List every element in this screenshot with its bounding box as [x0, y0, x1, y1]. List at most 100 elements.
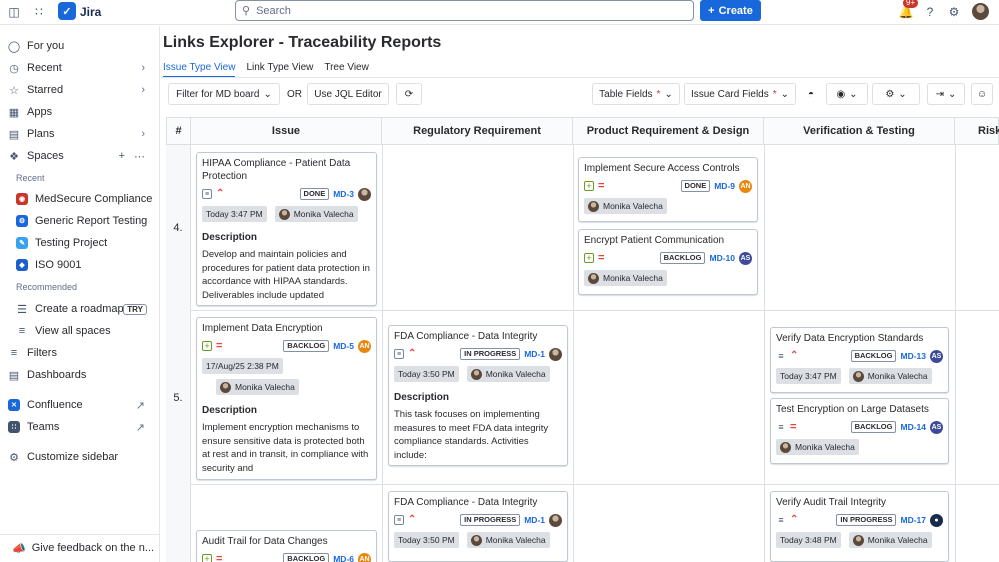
issue-card-md-13[interactable]: Verify Data Encryption Standards ≡ ⌃ BACKL… [770, 327, 949, 393]
sidebar-item-confluence[interactable]: ✕ Confluence ↗ [0, 395, 159, 415]
help-icon[interactable]: ? [921, 3, 939, 21]
chevron-right-icon: › [141, 84, 145, 96]
assignee-avatar: AN [358, 339, 371, 353]
sidebar-project-medsecure[interactable]: ◉ MedSecure Compliance [0, 189, 159, 209]
refresh-button[interactable]: ⟳ [396, 83, 422, 105]
assignee-chip: Monika Valecha [274, 206, 358, 222]
chevron-right-icon: › [141, 128, 145, 140]
assignee-chip: Monika Valecha [466, 532, 550, 548]
issue-card-md-1-row6[interactable]: FDA Compliance - Data Integrity ≡ ⌃ IN PRO… [388, 491, 568, 562]
assignee-avatar: AS [739, 251, 752, 265]
sidebar-item-apps[interactable]: ▦ Apps [0, 102, 159, 122]
sidebar-project-generic-report[interactable]: ⚙ Generic Report Testing [0, 211, 159, 231]
tab-link-type-view[interactable]: Link Type View [246, 62, 313, 78]
sidebar-toggle-icon[interactable]: ◫ [5, 3, 23, 21]
issue-card-md-3[interactable]: HIPAA Compliance - Patient Data Protecti… [196, 152, 377, 306]
issue-key-link[interactable]: MD-6 [333, 554, 354, 562]
tab-issue-type-view[interactable]: Issue Type View [163, 62, 236, 78]
sidebar-project-testing[interactable]: ✎ Testing Project [0, 233, 159, 253]
date-chip: Today 3:50 PM [394, 532, 459, 548]
assignee-name: Monika Valecha [293, 209, 354, 219]
confluence-icon: ✕ [8, 399, 20, 411]
paint-bucket-icon: ◓ [807, 88, 815, 100]
status-badge: IN PROGRESS [460, 514, 521, 526]
issue-key-link[interactable]: MD-1 [524, 515, 545, 525]
sidebar-label: Starred [27, 84, 64, 96]
filter-board-select[interactable]: Filter for MD board ⌄ [168, 83, 280, 105]
export-icon: ⇥ [935, 88, 944, 100]
feedback-label: Give feedback on the n... [31, 542, 155, 554]
filter-icon: ≡ [10, 347, 18, 359]
sidebar-item-teams[interactable]: ∷ Teams ↗ [0, 417, 159, 437]
issue-key-link[interactable]: MD-5 [333, 341, 354, 351]
issue-card-md-14[interactable]: Test Encryption on Large Datasets ≡ = BACK… [770, 398, 949, 464]
sidebar-item-view-all-spaces[interactable]: ≡ View all spaces [0, 321, 159, 341]
chevron-down-icon: ⌄ [780, 88, 790, 100]
feedback-button[interactable]: ☺ [971, 83, 993, 105]
checklist-icon: ≡ [778, 351, 784, 361]
project-label: Generic Report Testing [35, 215, 148, 227]
issue-key-link[interactable]: MD-3 [333, 189, 354, 199]
sidebar-item-plans[interactable]: ▤ Plans › [0, 124, 159, 144]
avatar [588, 272, 599, 284]
issue-card-md-9[interactable]: Implement Secure Access Controls + = DONE M… [578, 157, 758, 222]
avatar [278, 208, 290, 220]
sidebar-item-recent[interactable]: ◷ Recent › [0, 58, 159, 78]
issue-key-link[interactable]: MD-17 [900, 515, 926, 525]
date-chip: Today 3:47 PM [776, 368, 841, 384]
priority-medium-icon: = [216, 340, 223, 352]
tab-tree-view[interactable]: Tree View [324, 62, 368, 78]
status-badge: BACKLOG [850, 350, 897, 362]
sidebar-item-customize[interactable]: ⚙ Customize sidebar [0, 447, 159, 467]
sidebar-item-starred[interactable]: ☆ Starred › [0, 80, 159, 100]
issue-key-link[interactable]: MD-10 [709, 253, 735, 263]
app-switcher-icon[interactable]: ∷ [30, 3, 48, 21]
issue-card-md-6[interactable]: Audit Trail for Data Changes + = BACKLOG MD… [196, 530, 377, 562]
export-button[interactable]: ⇥ ⌄ [927, 83, 965, 105]
checklist-icon: ≡ [778, 422, 784, 432]
checklist-icon: ≡ [778, 515, 784, 525]
story-icon: ≡ [394, 349, 404, 359]
table-fields-select[interactable]: Table Fields * ⌄ [592, 83, 680, 105]
issue-key-link[interactable]: MD-1 [524, 349, 545, 359]
sidebar-item-create-roadmap[interactable]: ☰ Create a roadmap TRY [0, 299, 159, 319]
issue-key-link[interactable]: MD-9 [714, 181, 735, 191]
jql-editor-button[interactable]: Use JQL Editor [307, 83, 389, 105]
issue-card-md-10[interactable]: Encrypt Patient Communication + = BACKLOG M… [578, 229, 758, 295]
create-button[interactable]: + Create [700, 0, 761, 21]
issue-card-md-5[interactable]: Implement Data Encryption + = BACKLOG MD-5 A… [196, 317, 377, 480]
add-space-icon[interactable]: + [119, 150, 125, 162]
more-icon[interactable]: ⋯ [134, 150, 145, 163]
sidebar-label: Spaces [27, 150, 64, 162]
issue-key-link[interactable]: MD-13 [900, 351, 926, 361]
sidebar-item-spaces[interactable]: ❖ Spaces + ⋯ [0, 146, 159, 166]
sidebar-item-dashboards[interactable]: ▤ Dashboards [0, 365, 159, 385]
project-label: Testing Project [35, 237, 108, 249]
issue-card-fields-select[interactable]: Issue Card Fields * ⌄ [684, 83, 796, 105]
view-options-button[interactable]: ◉ ⌄ [826, 83, 868, 105]
sidebar-item-filters[interactable]: ≡ Filters [0, 343, 159, 363]
search-input[interactable]: ⚲ Search [235, 0, 694, 21]
assignee-avatar: AS [930, 349, 943, 363]
sidebar-project-iso[interactable]: ◆ ISO 9001 [0, 255, 159, 275]
sidebar-item-for-you[interactable]: ◯ For you [0, 36, 159, 56]
issue-card-md-17[interactable]: Verify Audit Trail Integrity ≡ ⌃ IN PROGRE… [770, 491, 949, 562]
give-feedback-button[interactable]: 📣 Give feedback on the n... [0, 534, 159, 561]
issue-card-md-1[interactable]: FDA Compliance - Data Integrity ≡ ⌃ IN PRO… [388, 325, 568, 466]
sidebar-label: For you [27, 40, 65, 52]
sidebar-label: Filters [27, 347, 57, 359]
assignee-name: Monika Valecha [867, 371, 928, 381]
jira-logo[interactable]: ✓ [58, 2, 76, 20]
refresh-icon: ⟳ [404, 88, 414, 100]
issue-key-link[interactable]: MD-14 [900, 422, 926, 432]
assignee-name: Monika Valecha [795, 442, 855, 452]
page-title: Links Explorer - Traceability Reports [163, 34, 442, 51]
profile-avatar[interactable] [972, 3, 989, 20]
task-icon: + [584, 181, 594, 191]
row-number: 5. [166, 311, 191, 485]
settings-gear-icon[interactable]: ⚙ [945, 3, 963, 21]
view-tabs: Issue Type View Link Type View Tree View [163, 62, 369, 78]
settings-button[interactable]: ⚙ ⌄ [872, 83, 920, 105]
fill-color-button[interactable]: ◓ [800, 83, 822, 105]
sidebar-label: Customize sidebar [27, 451, 119, 463]
